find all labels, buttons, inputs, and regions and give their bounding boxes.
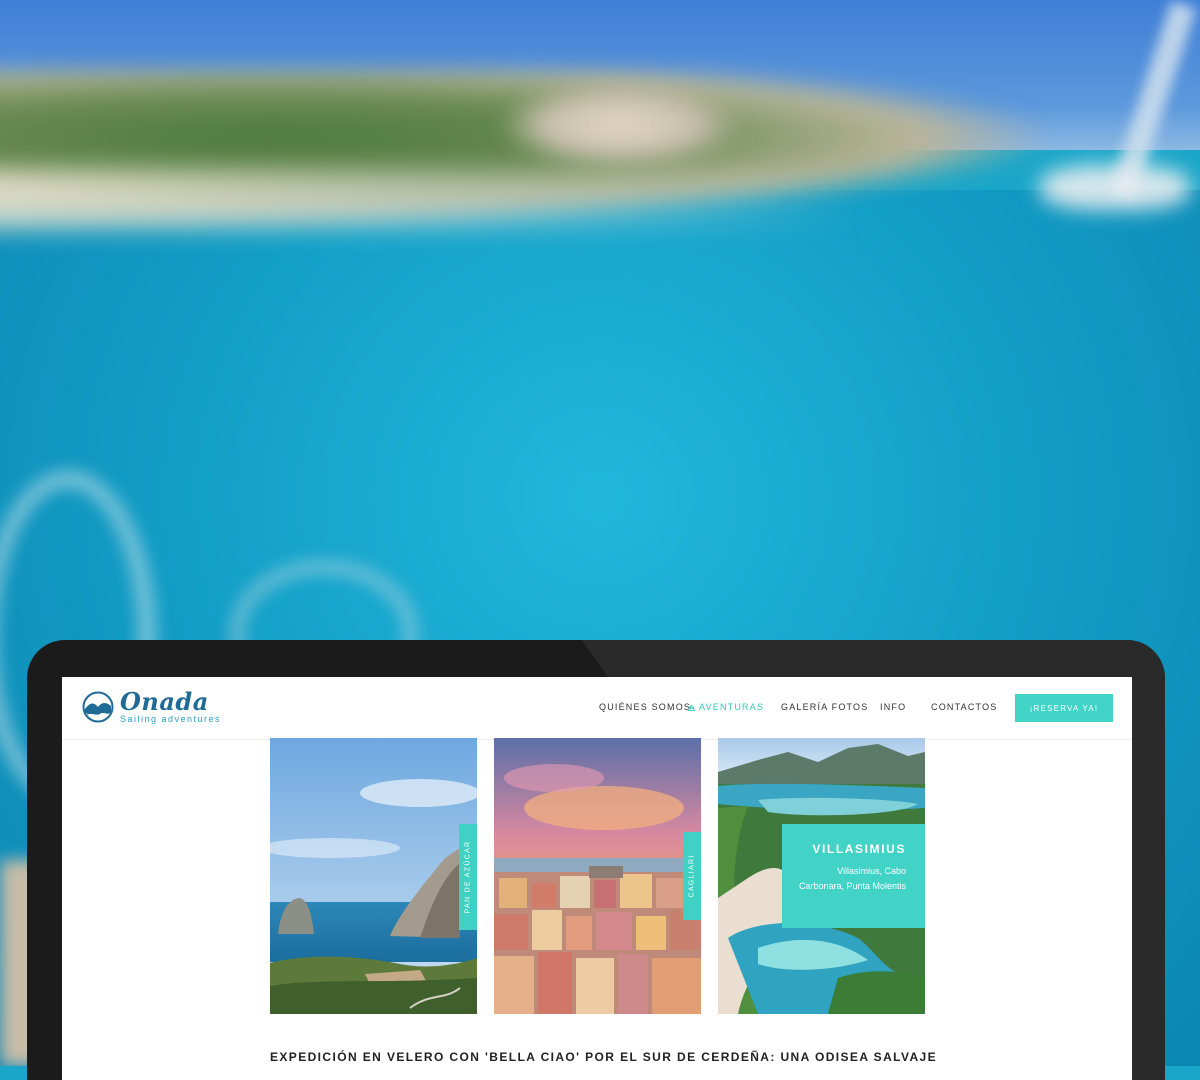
nav-item-contactos[interactable]: CONTACTOS <box>931 702 997 712</box>
website-screen: Onada Sailing adventures QUIÉNES SOMOS A… <box>62 677 1132 1080</box>
logo[interactable]: Onada Sailing adventures <box>82 689 221 725</box>
villasimius-title: VILLASIMIUS <box>812 842 906 856</box>
site-header: Onada Sailing adventures QUIÉNES SOMOS A… <box>62 677 1132 740</box>
card-cagliari[interactable]: CAGLIARI <box>494 738 701 1014</box>
nav-item-aventuras-label: AVENTURAS <box>699 702 765 712</box>
pan-de-azucar-label: PAN DE AZÚCAR <box>464 840 472 914</box>
pan-de-azucar-label-tab[interactable]: PAN DE AZÚCAR <box>459 824 477 930</box>
villasimius-info-box[interactable]: VILLASIMIUS Villasimius, Cabo Carbonara,… <box>782 824 925 928</box>
nav-item-info[interactable]: INFO <box>880 702 906 712</box>
sailboat-icon <box>687 704 696 711</box>
wave-logo-icon <box>82 691 114 723</box>
nav-item-quienes-somos[interactable]: QUIÉNES SOMOS <box>599 702 691 712</box>
logo-tagline: Sailing adventures <box>120 714 222 724</box>
cagliari-photo <box>494 738 701 1014</box>
cagliari-label-tab[interactable]: CAGLIARI <box>683 832 701 920</box>
nav-item-aventuras[interactable]: AVENTURAS <box>687 702 764 712</box>
reserva-ya-button[interactable]: ¡RESERVA YA! <box>1015 694 1113 722</box>
card-villasimius[interactable]: VILLASIMIUS Villasimius, Cabo Carbonara,… <box>718 738 925 1014</box>
card-pan-de-azucar[interactable]: PAN DE AZÚCAR <box>270 738 477 1014</box>
villasimius-description: Villasimius, Cabo Carbonara, Punta Molen… <box>798 866 906 891</box>
laptop-frame: Onada Sailing adventures QUIÉNES SOMOS A… <box>27 640 1165 1080</box>
pan-de-azucar-photo <box>270 738 477 1014</box>
article-headline: EXPEDICIÓN EN VELERO CON 'BELLA CIAO' PO… <box>270 1050 938 1064</box>
logo-name: Onada <box>120 687 209 716</box>
cagliari-label: CAGLIARI <box>688 854 696 898</box>
nav-item-galeria-fotos[interactable]: GALERÍA FOTOS <box>781 702 868 712</box>
